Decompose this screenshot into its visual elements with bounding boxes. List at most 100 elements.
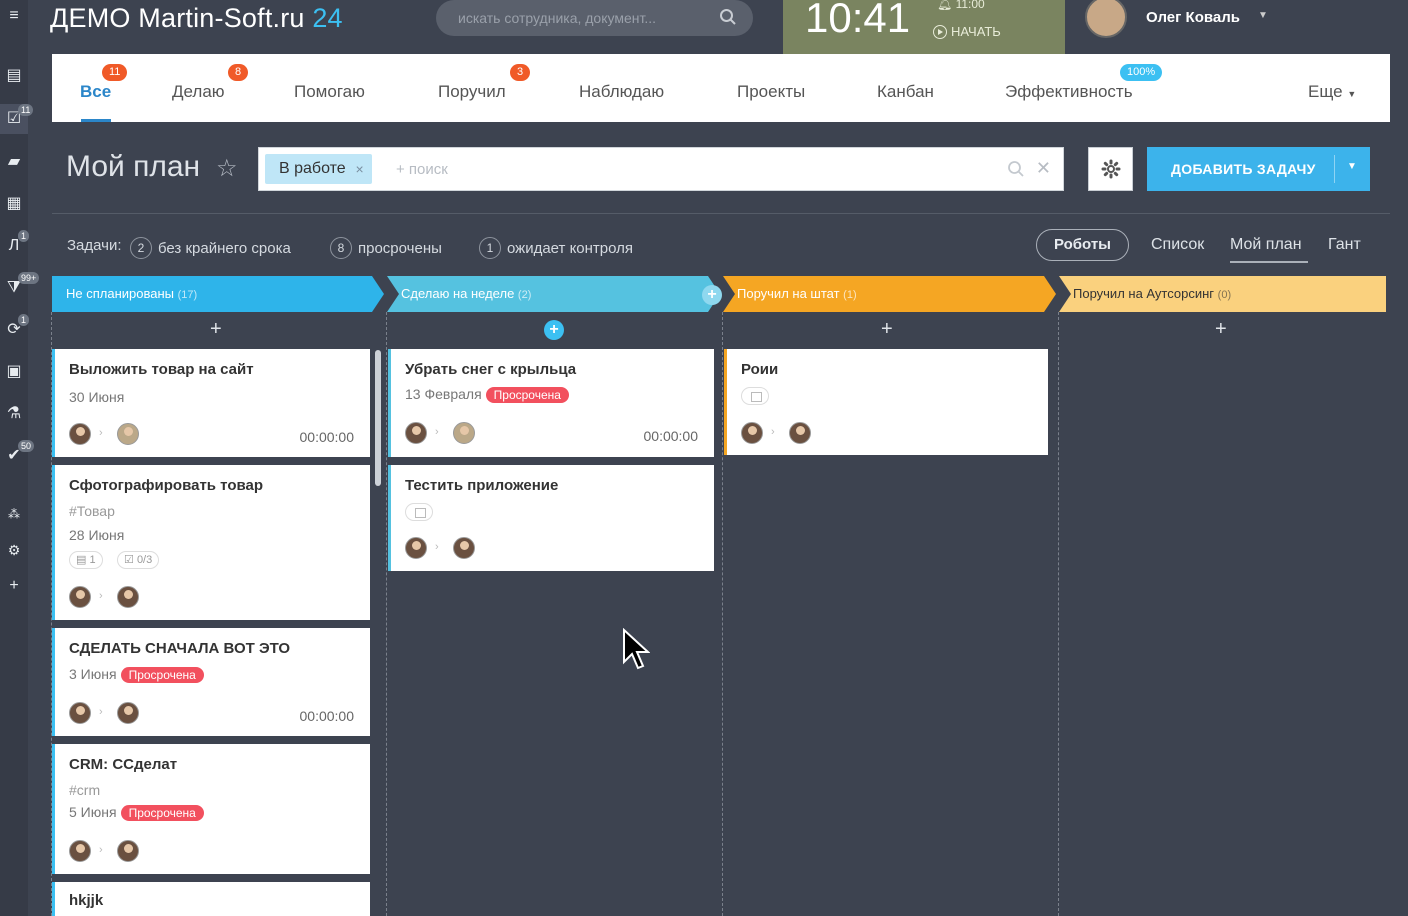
feed-icon[interactable]: ▤ xyxy=(4,66,24,86)
arrow-right-icon: › xyxy=(99,844,103,856)
tab-more[interactable]: Еще ▼ xyxy=(1308,82,1356,102)
close-icon[interactable]: × xyxy=(355,154,363,184)
task-title[interactable]: Выложить товар на сайт xyxy=(69,361,254,378)
column-scrollbar[interactable] xyxy=(375,350,381,486)
deadline-placeholder-icon[interactable] xyxy=(405,503,433,521)
filter-search-box[interactable]: В работе × + поиск ✕ xyxy=(258,147,1064,191)
task-title[interactable]: Убрать снег с крыльца xyxy=(405,361,576,378)
avatar[interactable] xyxy=(453,422,475,444)
avatar[interactable] xyxy=(741,422,763,444)
structure-icon[interactable]: ⁂ xyxy=(4,504,24,524)
tab-efficiency[interactable]: Эффективность xyxy=(1005,82,1133,102)
avatar[interactable] xyxy=(69,702,91,724)
column-header-outsourcing[interactable]: Поручил на Аутсорсинг (0) xyxy=(1059,276,1379,312)
mouse-cursor-icon xyxy=(623,628,650,670)
avatar[interactable] xyxy=(117,840,139,862)
task-card[interactable]: CRM: ССделат #crm 5 Июня Просрочена › xyxy=(52,744,370,874)
task-title[interactable]: Роии xyxy=(741,361,778,378)
comments-count[interactable]: ▤ 1 xyxy=(69,551,103,569)
task-card[interactable]: Тестить приложение › xyxy=(388,465,714,571)
task-title[interactable]: CRM: ССделат xyxy=(69,756,177,773)
view-my-plan[interactable]: Мой план xyxy=(1230,236,1302,254)
avatar[interactable] xyxy=(405,537,427,559)
deadline-placeholder-icon[interactable] xyxy=(741,387,769,405)
chevron-down-icon[interactable]: ▼ xyxy=(1258,10,1268,21)
add-column-icon[interactable]: + xyxy=(702,285,722,305)
view-list[interactable]: Список xyxy=(1151,236,1204,254)
avatar[interactable] xyxy=(69,586,91,608)
avatar[interactable] xyxy=(405,422,427,444)
view-gantt[interactable]: Гант xyxy=(1328,236,1361,254)
tab-watching[interactable]: Наблюдаю xyxy=(579,82,664,102)
gear-icon xyxy=(1101,159,1121,179)
search-icon[interactable] xyxy=(719,8,737,26)
user-avatar[interactable] xyxy=(1085,0,1127,38)
logo-number: 24 xyxy=(312,3,343,33)
counter-awaiting-control[interactable]: 1 ожидает контроля xyxy=(479,237,633,259)
avatar[interactable] xyxy=(69,423,91,445)
avatar[interactable] xyxy=(453,537,475,559)
logo[interactable]: ДЕМО Martin-Soft.ru 24 xyxy=(50,3,343,34)
menu-icon[interactable]: ≡ xyxy=(4,6,24,26)
counter-overdue[interactable]: 8 просрочены xyxy=(330,237,442,259)
calendar-icon[interactable]: ▦ xyxy=(4,194,24,214)
column-header-this-week[interactable]: Сделаю на неделе (2) xyxy=(387,276,707,312)
work-clock[interactable]: 10:41 🔔︎ 11:00 НАЧАТЬ xyxy=(783,0,1065,54)
tab-helping[interactable]: Помогаю xyxy=(294,82,365,102)
global-search[interactable]: искать сотрудника, документ... xyxy=(436,0,753,36)
tab-kanban[interactable]: Канбан xyxy=(877,82,934,102)
add-card-button[interactable]: + xyxy=(1215,318,1227,341)
task-title[interactable]: Сфотографировать товар xyxy=(69,477,263,494)
task-tag[interactable]: #crm xyxy=(69,782,100,798)
task-tag[interactable]: #Товар xyxy=(69,503,115,519)
counter-no-deadline[interactable]: 2 без крайнего срока xyxy=(130,237,291,259)
avatar[interactable] xyxy=(69,840,91,862)
contacts-icon[interactable]: ▣ xyxy=(4,362,24,382)
filter-chip[interactable]: В работе × xyxy=(265,154,372,184)
task-card[interactable]: СДЕЛАТЬ СНАЧАЛА ВОТ ЭТО 3 Июня Просрочена… xyxy=(52,628,370,736)
column-header-unplanned[interactable]: Не спланированы (17) xyxy=(52,276,372,312)
tab-all[interactable]: Все xyxy=(80,82,111,102)
task-title[interactable]: hkjjk xyxy=(69,892,103,909)
settings-icon[interactable]: ⚙ xyxy=(4,540,24,560)
task-timer: 00:00:00 xyxy=(643,428,699,444)
search-icon[interactable] xyxy=(1007,160,1025,178)
avatar[interactable] xyxy=(117,423,139,445)
checklist-count[interactable]: ☑ 0/3 xyxy=(117,551,160,569)
avatar[interactable] xyxy=(789,422,811,444)
settings-button[interactable] xyxy=(1088,147,1133,191)
tab-doing[interactable]: Делаю xyxy=(172,82,225,102)
task-title[interactable]: Тестить приложение xyxy=(405,477,558,494)
add-card-button[interactable]: + xyxy=(544,320,564,340)
task-card[interactable]: hkjjk xyxy=(52,882,370,916)
chat-icon[interactable]: ▰ xyxy=(4,152,24,172)
add-card-button[interactable]: + xyxy=(210,318,222,341)
clock-alarm: 🔔︎ 11:00 xyxy=(937,0,985,11)
filter-search-input[interactable]: + поиск xyxy=(396,161,448,178)
column-3-count: (1) xyxy=(843,289,857,301)
task-title[interactable]: СДЕЛАТЬ СНАЧАЛА ВОТ ЭТО xyxy=(69,640,290,657)
robots-button[interactable]: Роботы xyxy=(1036,229,1129,261)
column-header-staff[interactable]: Поручил на штат (1) xyxy=(723,276,1043,312)
star-icon[interactable]: ☆ xyxy=(216,154,238,183)
user-name[interactable]: Олег Коваль xyxy=(1146,9,1240,26)
task-card[interactable]: Выложить товар на сайт 30 Июня › 00:00:0… xyxy=(52,349,370,457)
clear-icon[interactable]: ✕ xyxy=(1036,158,1051,179)
task-tabs: Все 11 Делаю 8 Помогаю Поручил 3 Наблюда… xyxy=(52,54,1390,122)
tab-projects[interactable]: Проекты xyxy=(737,82,805,102)
add-icon[interactable]: + xyxy=(4,576,24,596)
clock-start-button[interactable]: НАЧАТЬ xyxy=(933,24,1001,39)
task-card[interactable]: Убрать снег с крыльца 13 Февраля Просроче… xyxy=(388,349,714,457)
add-card-button[interactable]: + xyxy=(881,318,893,341)
task-card[interactable]: Сфотографировать товар #Товар 28 Июня ▤ … xyxy=(52,465,370,620)
avatar[interactable] xyxy=(117,702,139,724)
chevron-down-icon[interactable]: ▼ xyxy=(1347,161,1357,172)
overdue-badge: Просрочена xyxy=(485,387,569,403)
tab-assigned[interactable]: Поручил xyxy=(438,82,506,102)
add-task-button[interactable]: ДОБАВИТЬ ЗАДАЧУ ▼ xyxy=(1147,147,1370,191)
avatar[interactable] xyxy=(117,586,139,608)
column-4-title: Поручил на Аутсорсинг xyxy=(1073,286,1215,301)
lab-icon[interactable]: ⚗ xyxy=(4,404,24,424)
task-card[interactable]: Роии › xyxy=(724,349,1048,455)
play-icon xyxy=(933,25,947,39)
